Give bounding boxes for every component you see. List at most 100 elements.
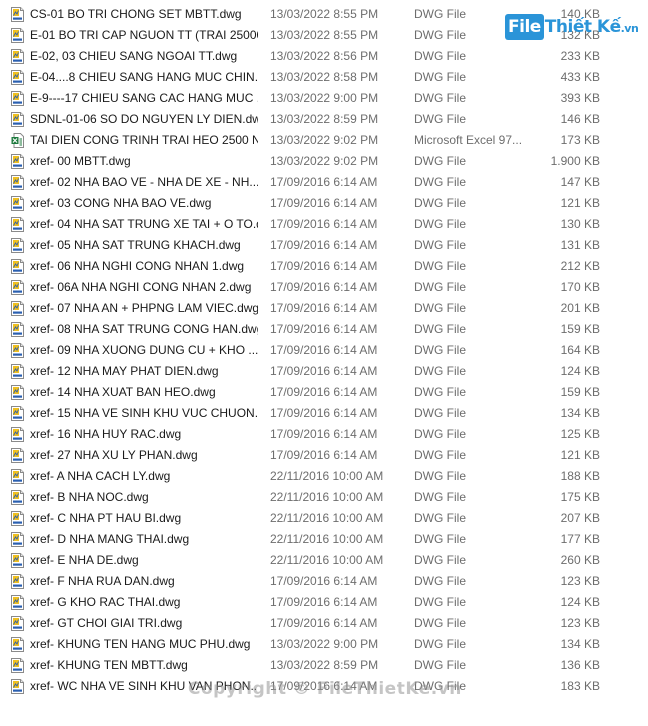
file-date: 13/03/2022 8:55 PM <box>270 7 379 21</box>
file-name: xref- 15 NHA VE SINH KHU VUC CHUON... <box>30 406 258 420</box>
file-date: 17/09/2016 6:14 AM <box>270 217 378 231</box>
dwg-file-icon <box>11 70 24 85</box>
file-size: 175 KB <box>560 490 600 504</box>
file-date: 22/11/2016 10:00 AM <box>270 511 384 525</box>
file-date: 17/09/2016 6:14 AM <box>270 301 378 315</box>
file-size: 147 KB <box>560 175 600 189</box>
file-row[interactable]: xref- KHUNG TEN HANG MUC PHU.dwg 13/03/20… <box>0 634 648 655</box>
file-row[interactable]: xref- 02 NHA BAO VE - NHA DE XE - NH... 1… <box>0 172 648 193</box>
dwg-file-icon <box>11 238 24 253</box>
file-date: 13/03/2022 9:02 PM <box>270 133 379 147</box>
dwg-file-icon <box>11 511 24 526</box>
file-name: xref- G KHO RAC THAI.dwg <box>30 595 181 609</box>
file-type: DWG File <box>414 637 466 651</box>
file-row[interactable]: xref- 12 NHA MAY PHAT DIEN.dwg 17/09/2016… <box>0 361 648 382</box>
file-date: 17/09/2016 6:14 AM <box>270 616 378 630</box>
file-row[interactable]: TAI DIEN CONG TRINH TRAI HEO 2500 N... 13… <box>0 130 648 151</box>
dwg-file-icon <box>11 91 24 106</box>
file-date: 13/03/2022 9:00 PM <box>270 637 379 651</box>
dwg-file-icon <box>11 448 24 463</box>
logo-part-1: File <box>505 14 544 40</box>
dwg-file-icon <box>11 364 24 379</box>
file-row[interactable]: E-02, 03 CHIEU SANG NGOAI TT.dwg 13/03/20… <box>0 46 648 67</box>
file-row[interactable]: xref- 15 NHA VE SINH KHU VUC CHUON... 17/… <box>0 403 648 424</box>
file-row[interactable]: xref- 08 NHA SAT TRUNG CONG HAN.dwg 17/09… <box>0 319 648 340</box>
dwg-file-icon <box>11 490 24 505</box>
file-size: 124 KB <box>560 364 600 378</box>
file-date: 17/09/2016 6:14 AM <box>270 259 378 273</box>
file-size: 260 KB <box>560 553 600 567</box>
file-row[interactable]: E-04....8 CHIEU SANG HANG MUC CHIN... 13/… <box>0 67 648 88</box>
file-name: xref- B NHA NOC.dwg <box>30 490 149 504</box>
file-type: Microsoft Excel 97... <box>414 133 523 147</box>
file-type: DWG File <box>414 154 466 168</box>
file-name: E-01 BO TRI CAP NGUON TT (TRAI 25000)... <box>30 28 258 42</box>
file-type: DWG File <box>414 196 466 210</box>
dwg-file-icon <box>11 154 24 169</box>
file-type: DWG File <box>414 448 466 462</box>
file-date: 13/03/2022 8:55 PM <box>270 28 379 42</box>
file-name: E-02, 03 CHIEU SANG NGOAI TT.dwg <box>30 49 238 63</box>
file-row[interactable]: xref- 09 NHA XUONG DUNG CU + KHO ... 17/0… <box>0 340 648 361</box>
file-size: 212 KB <box>560 259 600 273</box>
file-type: DWG File <box>414 385 466 399</box>
file-size: 173 KB <box>560 133 600 147</box>
file-type: DWG File <box>414 280 466 294</box>
file-size: 121 KB <box>560 196 600 210</box>
file-name: xref- 08 NHA SAT TRUNG CONG HAN.dwg <box>30 322 258 336</box>
file-row[interactable]: xref- 06 NHA NGHI CONG NHAN 1.dwg 17/09/2… <box>0 256 648 277</box>
file-type: DWG File <box>414 469 466 483</box>
file-row[interactable]: xref- B NHA NOC.dwg 22/11/2016 10:00 AM DW… <box>0 487 648 508</box>
file-row[interactable]: xref- 03 CONG NHA BAO VE.dwg 17/09/2016 6… <box>0 193 648 214</box>
file-date: 17/09/2016 6:14 AM <box>270 343 378 357</box>
file-name: xref- F NHA RUA DAN.dwg <box>30 574 175 588</box>
file-row[interactable]: xref- KHUNG TEN MBTT.dwg 13/03/2022 8:59 … <box>0 655 648 676</box>
file-size: 159 KB <box>560 385 600 399</box>
dwg-file-icon <box>11 616 24 631</box>
file-size: 146 KB <box>560 112 600 126</box>
file-row[interactable]: xref- C NHA PT HAU BI.dwg 22/11/2016 10:0… <box>0 508 648 529</box>
dwg-file-icon <box>11 322 24 337</box>
file-date: 17/09/2016 6:14 AM <box>270 406 378 420</box>
file-name: xref- E NHA DE.dwg <box>30 553 139 567</box>
file-date: 13/03/2022 9:00 PM <box>270 91 379 105</box>
excel-file-icon <box>11 133 24 148</box>
file-size: 183 KB <box>560 679 600 693</box>
dwg-file-icon <box>11 679 24 694</box>
file-type: DWG File <box>414 490 466 504</box>
file-row[interactable]: xref- 14 NHA XUAT BAN HEO.dwg 17/09/2016 … <box>0 382 648 403</box>
file-row[interactable]: xref- 05 NHA SAT TRUNG KHACH.dwg 17/09/20… <box>0 235 648 256</box>
file-type: DWG File <box>414 532 466 546</box>
file-row[interactable]: SDNL-01-06 SO DO NGUYEN LY DIEN.dwg 13/03… <box>0 109 648 130</box>
file-row[interactable]: xref- E NHA DE.dwg 22/11/2016 10:00 AM DWG… <box>0 550 648 571</box>
dwg-file-icon <box>11 532 24 547</box>
file-row[interactable]: xref- 07 NHA AN + PHPNG LAM VIEC.dwg 17/0… <box>0 298 648 319</box>
file-date: 13/03/2022 8:56 PM <box>270 49 379 63</box>
file-row[interactable]: xref- 00 MBTT.dwg 13/03/2022 9:02 PM DWG F… <box>0 151 648 172</box>
file-name: xref- 07 NHA AN + PHPNG LAM VIEC.dwg <box>30 301 258 315</box>
file-row[interactable]: xref- 27 NHA XU LY PHAN.dwg 17/09/2016 6:… <box>0 445 648 466</box>
file-row[interactable]: xref- 16 NHA HUY RAC.dwg 17/09/2016 6:14 … <box>0 424 648 445</box>
dwg-file-icon <box>11 406 24 421</box>
file-row[interactable]: E-9----17 CHIEU SANG CAC HANG MUC ... 13/… <box>0 88 648 109</box>
file-row[interactable]: xref- GT CHOI GIAI TRI.dwg 17/09/2016 6:1… <box>0 613 648 634</box>
file-row[interactable]: xref- F NHA RUA DAN.dwg 17/09/2016 6:14 A… <box>0 571 648 592</box>
dwg-file-icon <box>11 553 24 568</box>
dwg-file-icon <box>11 28 24 43</box>
file-name: xref- 02 NHA BAO VE - NHA DE XE - NH... <box>30 175 258 189</box>
file-row[interactable]: xref- 04 NHA SAT TRUNG XE TAI + O TO.d..… <box>0 214 648 235</box>
dwg-file-icon <box>11 259 24 274</box>
file-size: 121 KB <box>560 448 600 462</box>
file-size: 130 KB <box>560 217 600 231</box>
file-row[interactable]: xref- 06A NHA NGHI CONG NHAN 2.dwg 17/09/… <box>0 277 648 298</box>
file-size: 124 KB <box>560 595 600 609</box>
file-row[interactable]: xref- D NHA MANG THAI.dwg 22/11/2016 10:0… <box>0 529 648 550</box>
file-type: DWG File <box>414 553 466 567</box>
file-size: 1.900 KB <box>550 154 600 168</box>
file-row[interactable]: xref- G KHO RAC THAI.dwg 17/09/2016 6:14 … <box>0 592 648 613</box>
file-row[interactable]: xref- A NHA CACH LY.dwg 22/11/2016 10:00 … <box>0 466 648 487</box>
file-name: xref- 06 NHA NGHI CONG NHAN 1.dwg <box>30 259 245 273</box>
file-type: DWG File <box>414 49 466 63</box>
dwg-file-icon <box>11 595 24 610</box>
file-type: DWG File <box>414 322 466 336</box>
